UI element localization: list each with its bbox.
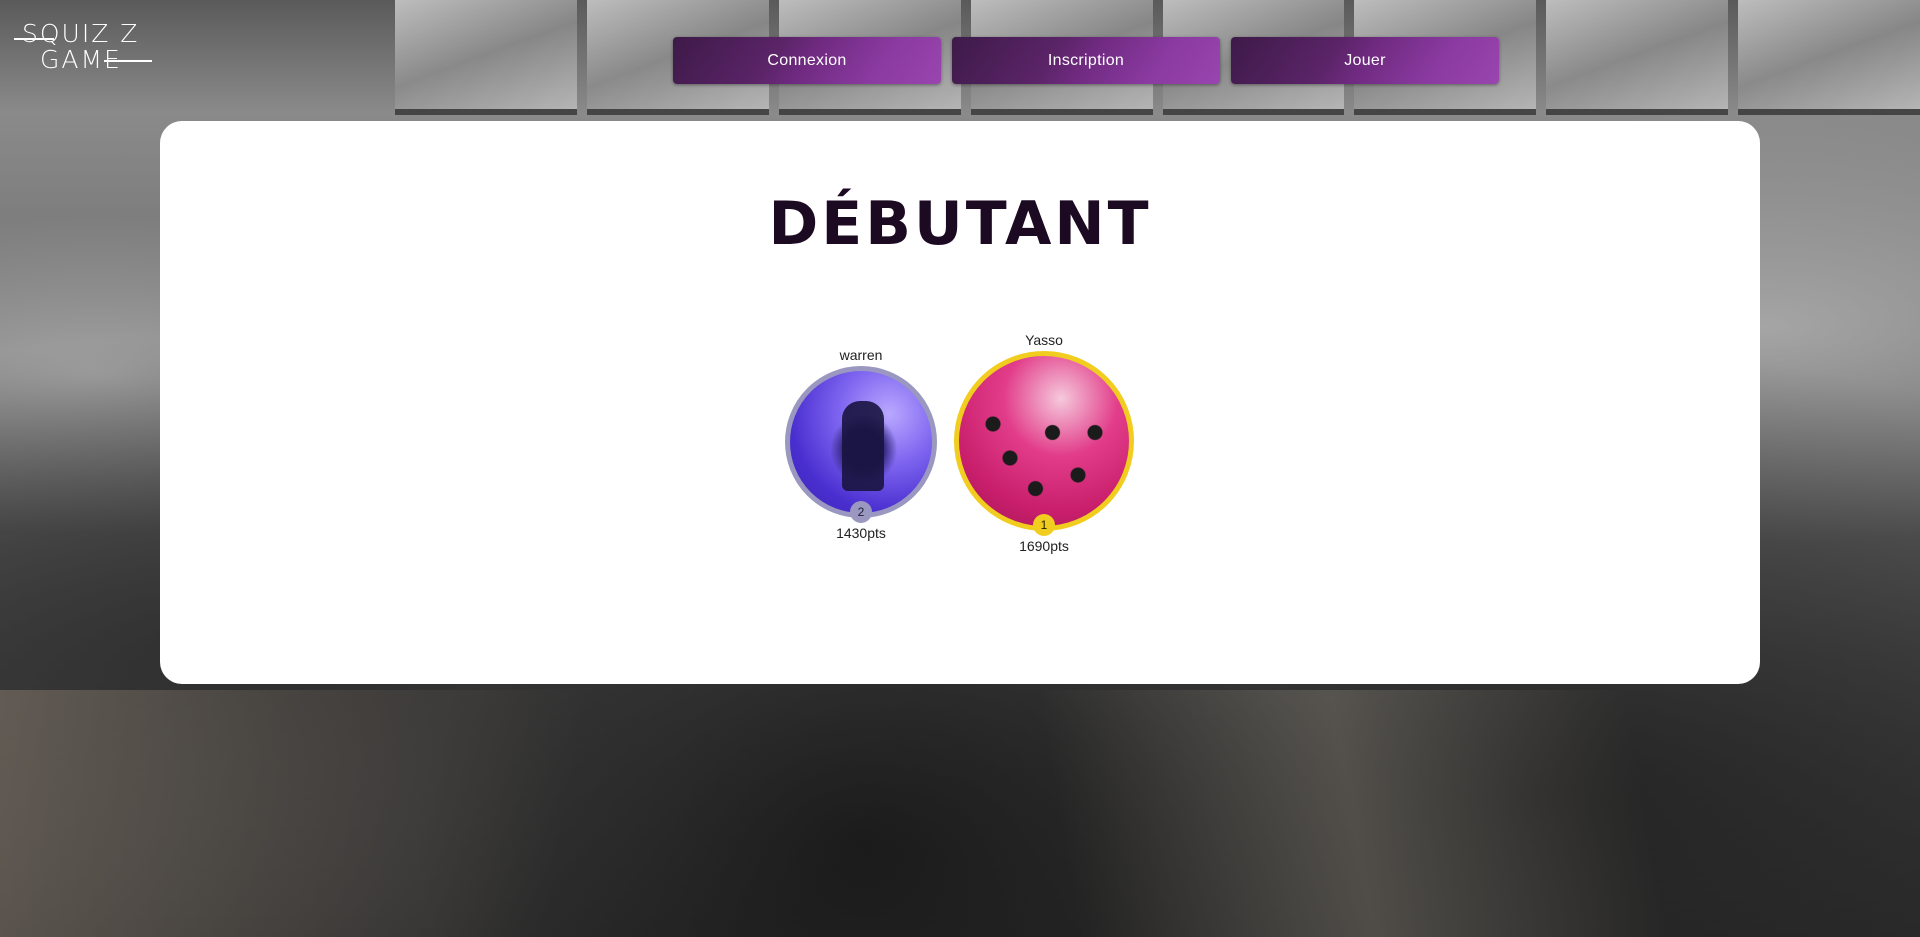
avatar-figure — [842, 401, 884, 491]
site-logo[interactable]: SQUIZ Z GAME — [14, 20, 154, 80]
player-name: Yasso — [1025, 332, 1063, 348]
background-poster — [1546, 0, 1729, 115]
jouer-button[interactable]: Jouer — [1231, 37, 1499, 84]
rank-badge: 1 — [1033, 514, 1055, 536]
logo-line-1: SQUIZ Z — [22, 19, 140, 48]
leaderboard-card: DÉBUTANT warren 2 1430pts Yasso 1 1690pt… — [160, 121, 1760, 684]
player-points: 1690pts — [1019, 538, 1069, 554]
player-avatar: 1 — [954, 351, 1134, 536]
background-poster — [1738, 0, 1920, 115]
player-points: 1430pts — [836, 525, 886, 541]
podium-first-place: Yasso 1 1690pts — [954, 331, 1134, 555]
background-classroom — [0, 690, 1920, 937]
podium-second-place: warren 2 1430pts — [785, 346, 937, 542]
connexion-button[interactable]: Connexion — [673, 37, 941, 84]
player-name: warren — [839, 347, 883, 363]
top-nav: Connexion Inscription Jouer — [673, 37, 1499, 84]
rank-badge: 2 — [850, 501, 872, 523]
player-avatar: 2 — [785, 366, 937, 523]
inscription-button[interactable]: Inscription — [952, 37, 1220, 84]
page-title: DÉBUTANT — [768, 189, 1152, 259]
background-poster — [395, 0, 577, 115]
logo-stroke — [104, 60, 152, 62]
